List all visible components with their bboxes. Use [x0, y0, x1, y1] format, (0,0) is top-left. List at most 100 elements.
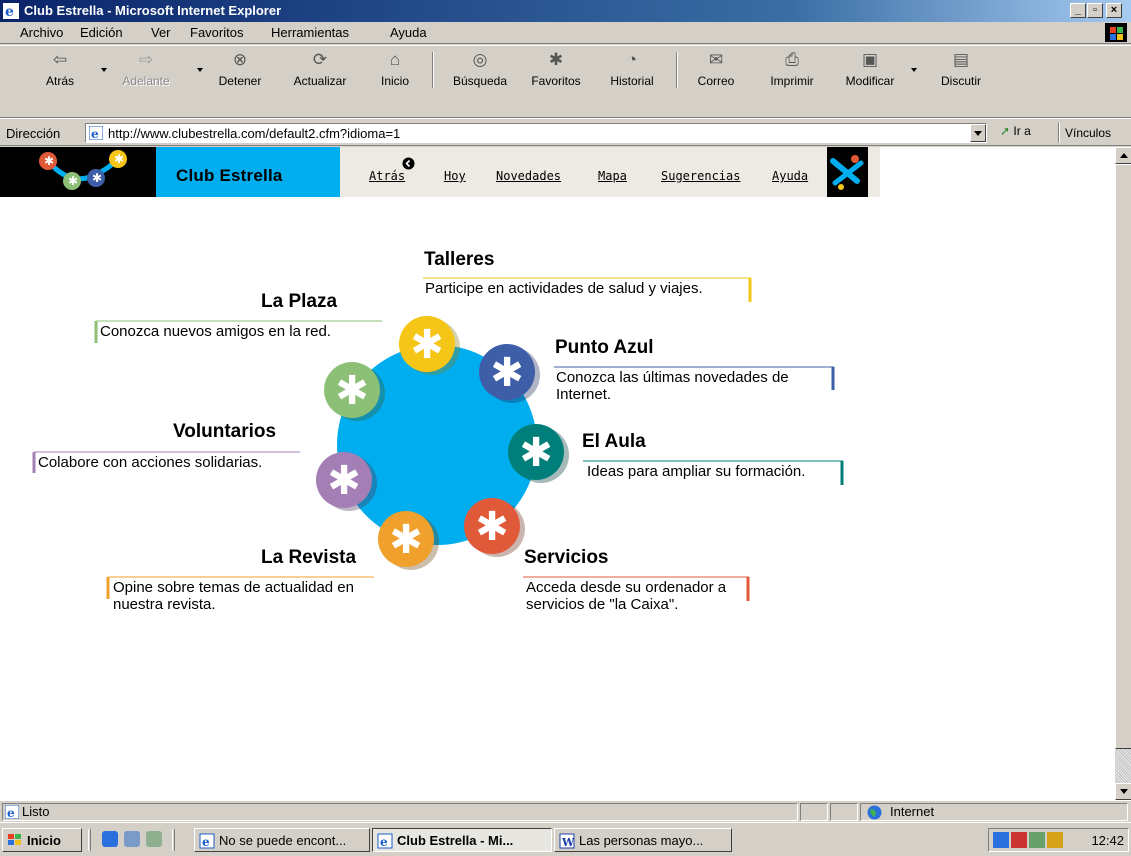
servicios-badge[interactable]: ✱ [464, 498, 525, 557]
page-status-icon: e [5, 805, 19, 819]
mail-button[interactable]: ✉ Correo [690, 50, 742, 114]
scroll-thumb[interactable] [1115, 164, 1131, 749]
aula-title[interactable]: El Aula [582, 431, 646, 453]
address-bar: Dirección e http://www.clubestrella.com/… [0, 118, 1131, 146]
links-button[interactable]: Vínculos [1058, 123, 1111, 143]
status-pane [800, 803, 828, 821]
scroll-track[interactable] [1115, 749, 1131, 783]
task-button-club-estrella[interactable]: e Club Estrella - Mi... [372, 828, 552, 852]
menu-ayuda[interactable]: Ayuda [390, 25, 427, 40]
svg-text:e: e [380, 835, 388, 849]
revista-title[interactable]: La Revista [261, 547, 356, 569]
forward-button[interactable]: ⇨ Adelante [116, 50, 176, 114]
menu-edicion[interactable]: Edición [80, 25, 123, 40]
maximize-button[interactable]: ▫ [1087, 3, 1103, 18]
servicios-desc: Acceda desde su ordenador a servicios de… [526, 579, 727, 613]
globe-icon [867, 805, 882, 820]
address-dropdown-icon[interactable] [970, 124, 986, 142]
toolbar: ⇦ Atrás ⇨ Adelante ⊗ Detener ⟳ Actualiza… [0, 45, 1131, 118]
plaza-title[interactable]: La Plaza [261, 291, 337, 313]
favorites-button[interactable]: ✱ Favoritos [522, 50, 590, 114]
warning-tray-icon[interactable] [1047, 832, 1063, 848]
toolbar-separator [432, 52, 434, 88]
window-title: Club Estrella - Microsoft Internet Explo… [24, 3, 282, 18]
title-bar: e Club Estrella - Microsoft Internet Exp… [0, 0, 1131, 22]
aula-desc: Ideas para ampliar su formación. [587, 463, 806, 480]
search-button[interactable]: ◎ Búsqueda [444, 50, 516, 114]
windows-logo-icon [1105, 23, 1127, 42]
network-tray-icon[interactable] [993, 832, 1009, 848]
menu-favoritos[interactable]: Favoritos [190, 25, 243, 40]
minimize-button[interactable]: _ [1070, 3, 1086, 18]
svg-text:e: e [202, 835, 210, 849]
svg-text:W: W [561, 836, 575, 849]
task-button-error-page[interactable]: e No se puede encont... [194, 828, 370, 852]
close-button[interactable]: × [1106, 3, 1122, 18]
back-arrow-icon: ⇦ [52, 50, 68, 69]
svg-text:✱: ✱ [389, 517, 423, 563]
windows-flag-icon [8, 834, 22, 846]
punto-azul-title[interactable]: Punto Azul [555, 337, 654, 359]
history-button[interactable]: ◔ Historial [602, 50, 662, 114]
forward-arrow-icon: ⇨ [138, 50, 154, 69]
go-button[interactable]: ➚ Ir a [1000, 124, 1031, 138]
scroll-down-button[interactable] [1115, 783, 1131, 800]
back-button[interactable]: ⇦ Atrás [40, 50, 80, 114]
svg-text:e: e [91, 127, 99, 140]
ie-icon: e [3, 3, 19, 19]
servicios-title[interactable]: Servicios [524, 547, 609, 569]
edit-icon: ▣ [861, 50, 879, 69]
status-bar: e Listo Internet [0, 800, 1131, 822]
svg-text:✱: ✱ [335, 368, 369, 414]
menu-ver[interactable]: Ver [151, 25, 171, 40]
home-icon: ⌂ [389, 50, 401, 69]
outlook-quicklaunch-icon[interactable] [124, 831, 140, 847]
punto-azul-desc: Conozca las últimas novedades de Interne… [556, 369, 789, 403]
back-dropdown-icon[interactable] [101, 68, 107, 72]
svg-text:✱: ✱ [327, 458, 361, 504]
menu-bar: Archivo Edición Ver Favoritos Herramient… [0, 22, 1131, 44]
toolbar-separator [676, 52, 678, 88]
system-tray: 12:42 [988, 828, 1129, 852]
antivirus-tray-icon[interactable] [1011, 832, 1027, 848]
refresh-button[interactable]: ⟳ Actualizar [285, 50, 355, 114]
star-wheel-diagram: ✱ ✱ ✱ ✱ ✱ ✱ ✱ [32, 277, 844, 601]
desktop-quicklaunch-icon[interactable] [146, 831, 162, 847]
task-button-word-doc[interactable]: W Las personas mayo... [554, 828, 732, 852]
print-button[interactable]: ⎙ Imprimir [762, 50, 822, 114]
start-button[interactable]: Inicio [2, 828, 82, 852]
stop-icon: ⊗ [232, 50, 248, 69]
svg-text:e: e [5, 4, 14, 19]
print-icon: ⎙ [785, 50, 799, 69]
voluntarios-desc: Colabore con acciones solidarias. [38, 454, 263, 471]
talleres-title[interactable]: Talleres [424, 249, 494, 271]
discuss-icon: ▤ [952, 50, 970, 69]
history-icon: ◔ [626, 50, 638, 69]
ie-page-icon: e [199, 833, 215, 849]
discuss-button[interactable]: ▤ Discutir [933, 50, 989, 114]
taskbar-grip [88, 829, 91, 851]
edit-dropdown-icon[interactable] [911, 68, 917, 72]
vertical-scrollbar[interactable] [1114, 147, 1131, 800]
voluntarios-title[interactable]: Voluntarios [173, 421, 276, 443]
edit-button[interactable]: ▣ Modificar [835, 50, 905, 114]
menu-archivo[interactable]: Archivo [20, 25, 63, 40]
refresh-icon: ⟳ [312, 50, 328, 69]
home-button[interactable]: ⌂ Inicio [372, 50, 418, 114]
ie-quicklaunch-icon[interactable] [102, 831, 118, 847]
page-icon: e [89, 126, 103, 140]
language-tray-icon[interactable] [1029, 832, 1045, 848]
address-input[interactable]: e http://www.clubestrella.com/default2.c… [85, 123, 987, 143]
svg-text:✱: ✱ [475, 504, 509, 550]
address-label: Dirección [6, 126, 61, 141]
mail-icon: ✉ [708, 50, 724, 69]
status-pane [830, 803, 858, 821]
taskbar-grip [172, 829, 175, 851]
menu-herramientas[interactable]: Herramientas [271, 25, 349, 40]
scroll-up-button[interactable] [1115, 147, 1131, 164]
stop-button[interactable]: ⊗ Detener [214, 50, 266, 114]
forward-dropdown-icon[interactable] [197, 68, 203, 72]
clock[interactable]: 12:42 [1091, 833, 1124, 848]
ie-page-icon: e [377, 833, 393, 849]
taskbar: Inicio e No se puede encont... e Club Es… [0, 822, 1131, 856]
